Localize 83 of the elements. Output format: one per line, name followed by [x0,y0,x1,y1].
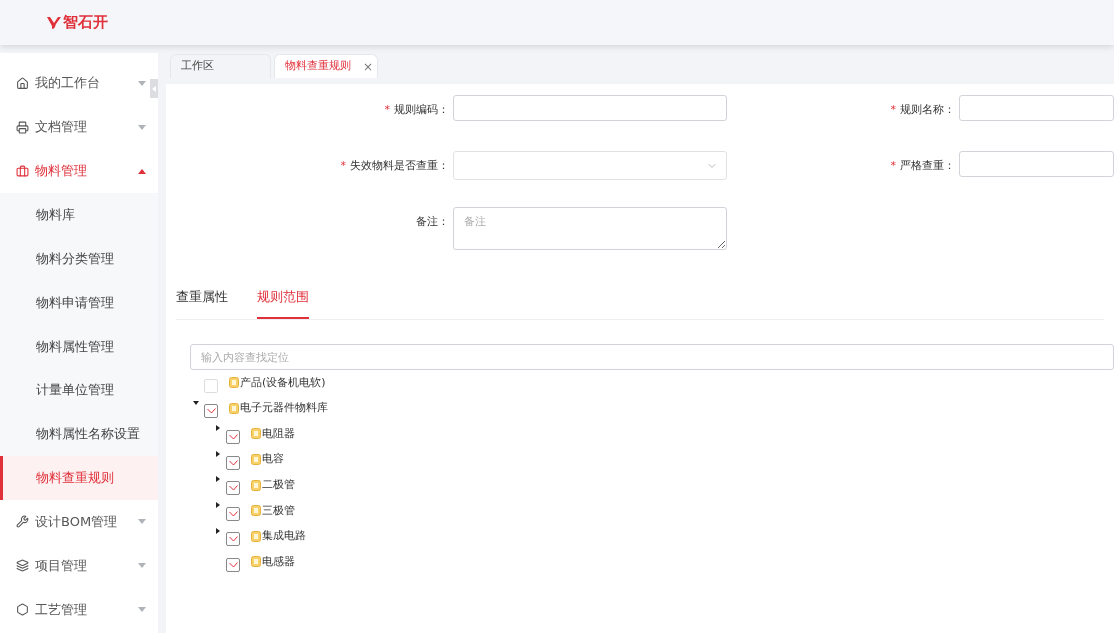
tree-checkbox[interactable] [226,532,240,547]
field-label: 规则编码： [394,101,449,118]
checkmark-icon [228,561,238,568]
tree-node-label[interactable]: 电阻器 [262,425,295,443]
checkmark-icon [228,510,238,517]
sidebar-menu-item[interactable]: 工艺管理 [0,587,158,632]
menu-label: 物料管理 [35,162,88,181]
tree-node-label[interactable]: 三极管 [262,502,295,519]
menu-icon [16,559,29,573]
checkmark-icon [228,485,238,492]
required-asterisk: * [384,101,390,118]
submenu-item[interactable]: 计量单位管理 [0,368,158,412]
submenu-item[interactable]: 物料查重规则 [0,455,158,500]
required-asterisk: * [890,157,896,174]
menu-icon [16,76,29,90]
page-tab[interactable]: 工作区 [170,54,271,78]
tree-node-label[interactable]: 二极管 [262,476,295,494]
section-tab[interactable]: 规则范围 [257,287,309,319]
page-tab[interactable]: 物料查重规则 × [274,54,378,78]
submenu-item[interactable]: 物料申请管理 [0,280,158,325]
menu-label: 工艺管理 [35,600,88,619]
submenu-item[interactable]: 物料属性管理 [0,324,158,369]
menu-icon [16,515,29,529]
folder-icon [251,556,261,568]
tree-checkbox[interactable] [226,506,240,521]
menu-icon [16,164,29,178]
submenu-item[interactable]: 物料属性名称设置 [0,412,158,456]
logo-text: 智石开 [63,12,108,34]
tree-checkbox[interactable] [226,455,240,470]
checkmark-icon [206,408,216,415]
caret-icon [138,168,146,174]
sidebar-menu-item[interactable]: 文档管理 [0,105,158,149]
text-field[interactable] [959,151,1114,177]
submenu-item[interactable]: 物料分类管理 [0,236,158,281]
logo-icon [47,15,61,30]
sidebar-menu-item[interactable]: 我的工作台 [0,61,158,105]
checkmark-icon [228,536,238,543]
field-label: 失效物料是否查重： [350,157,449,174]
submenu-item[interactable]: 物料库 [0,193,158,237]
tree-node-label[interactable]: 集成电路 [262,528,306,545]
section-tab[interactable]: 查重属性 [176,287,228,319]
tree-checkbox[interactable] [204,404,218,419]
tree-node-label[interactable]: 电感器 [262,553,295,571]
folder-icon [251,454,261,466]
field-label: 规则名称： [900,101,955,118]
caret-icon [138,124,146,130]
text-field[interactable] [959,95,1114,121]
folder-icon [251,479,261,491]
collapse-handle[interactable] [150,79,158,98]
menu-label: 我的工作台 [35,74,101,93]
folder-icon [251,530,261,542]
checkmark-icon [228,459,238,466]
folder-icon [251,505,261,517]
menu-icon [16,120,29,134]
caret-icon [138,607,146,613]
sidebar-menu-item[interactable]: 项目管理 [0,543,158,588]
tree-checkbox[interactable] [226,430,240,444]
field-label: 备注： [416,213,449,230]
caret-icon [138,519,146,525]
remark-field[interactable]: 备注 [453,207,727,250]
checkmark-icon [228,434,238,440]
field-label: 严格查重： [900,157,955,174]
sidebar-menu-item[interactable]: 设计BOM管理 [0,499,158,544]
menu-label: 项目管理 [35,556,88,575]
folder-icon [229,377,239,389]
text-field[interactable] [453,95,727,121]
required-asterisk: * [890,101,896,118]
caret-icon [138,563,146,569]
required-asterisk: * [340,157,346,174]
folder-icon [251,428,261,440]
menu-icon [16,603,29,617]
tree-node-label[interactable]: 电子元器件物料库 [240,400,328,417]
tree-checkbox[interactable] [226,557,240,572]
search-field[interactable]: 输入内容查找定位 [190,344,1114,370]
menu-label: 文档管理 [35,118,88,137]
select-field[interactable] [453,151,727,180]
sidebar-menu-item[interactable]: 物料管理 [0,149,158,193]
tree-checkbox[interactable] [226,481,240,496]
tree-node-label[interactable]: 电容 [262,451,284,468]
close-button[interactable]: × [363,57,374,76]
folder-icon [229,402,239,414]
menu-label: 设计BOM管理 [35,512,119,531]
tree-node-label[interactable]: 产品(设备机电软) [240,374,326,392]
